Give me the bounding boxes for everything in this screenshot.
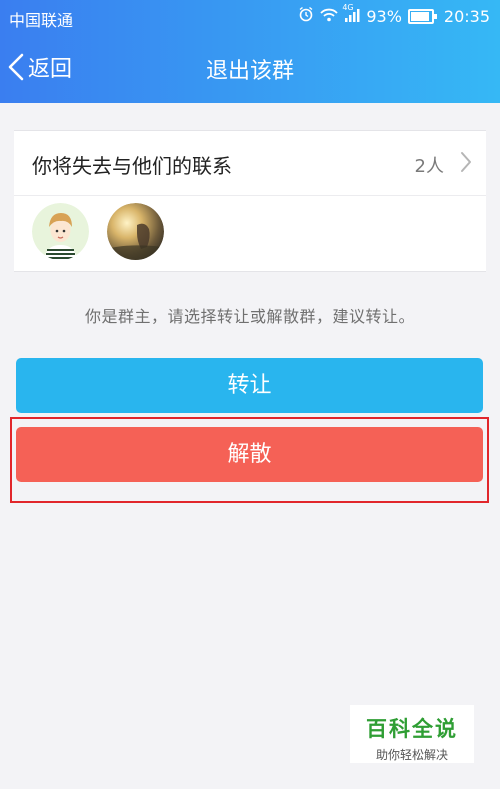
clock-time: 20:35	[443, 6, 490, 26]
members-title: 你将失去与他们的联系	[32, 154, 232, 178]
nav-bar: 返回 退出该群	[0, 33, 500, 103]
chevron-right-icon	[460, 151, 472, 177]
avatar[interactable]	[107, 203, 164, 260]
carrier-name: 中国联通	[9, 11, 74, 30]
member-count: 2人	[414, 156, 444, 177]
watermark-logo: 百科全说 助你轻松解决	[350, 705, 474, 763]
highlight-box	[10, 417, 489, 503]
watermark-subtitle: 助你轻松解决	[375, 748, 448, 762]
sunset-photo-avatar	[107, 203, 164, 260]
battery-icon	[407, 8, 437, 24]
watermark-title: 百科全说	[366, 717, 458, 741]
avatar[interactable]	[32, 203, 89, 260]
status-indicators: 4G 93% 20:35	[298, 3, 490, 26]
status-bar: 中国联通 4G 93% 20:35	[0, 0, 500, 33]
avatar-list	[32, 203, 164, 260]
wifi-icon	[320, 7, 338, 26]
alarm-icon	[298, 6, 314, 26]
owner-hint-text: 你是群主，请选择转让或解散群，建议转让。	[84, 307, 415, 326]
members-row[interactable]: 你将失去与他们的联系 2人	[14, 131, 486, 196]
members-card: 你将失去与他们的联系 2人	[14, 130, 486, 272]
cartoon-boy-avatar	[32, 203, 89, 260]
page-title: 退出该群	[205, 59, 294, 84]
network-type: 4G	[342, 2, 354, 12]
signal-icon: 4G	[342, 3, 360, 26]
battery-percent: 93%	[366, 6, 402, 26]
transfer-button[interactable]: 转让	[16, 358, 483, 413]
